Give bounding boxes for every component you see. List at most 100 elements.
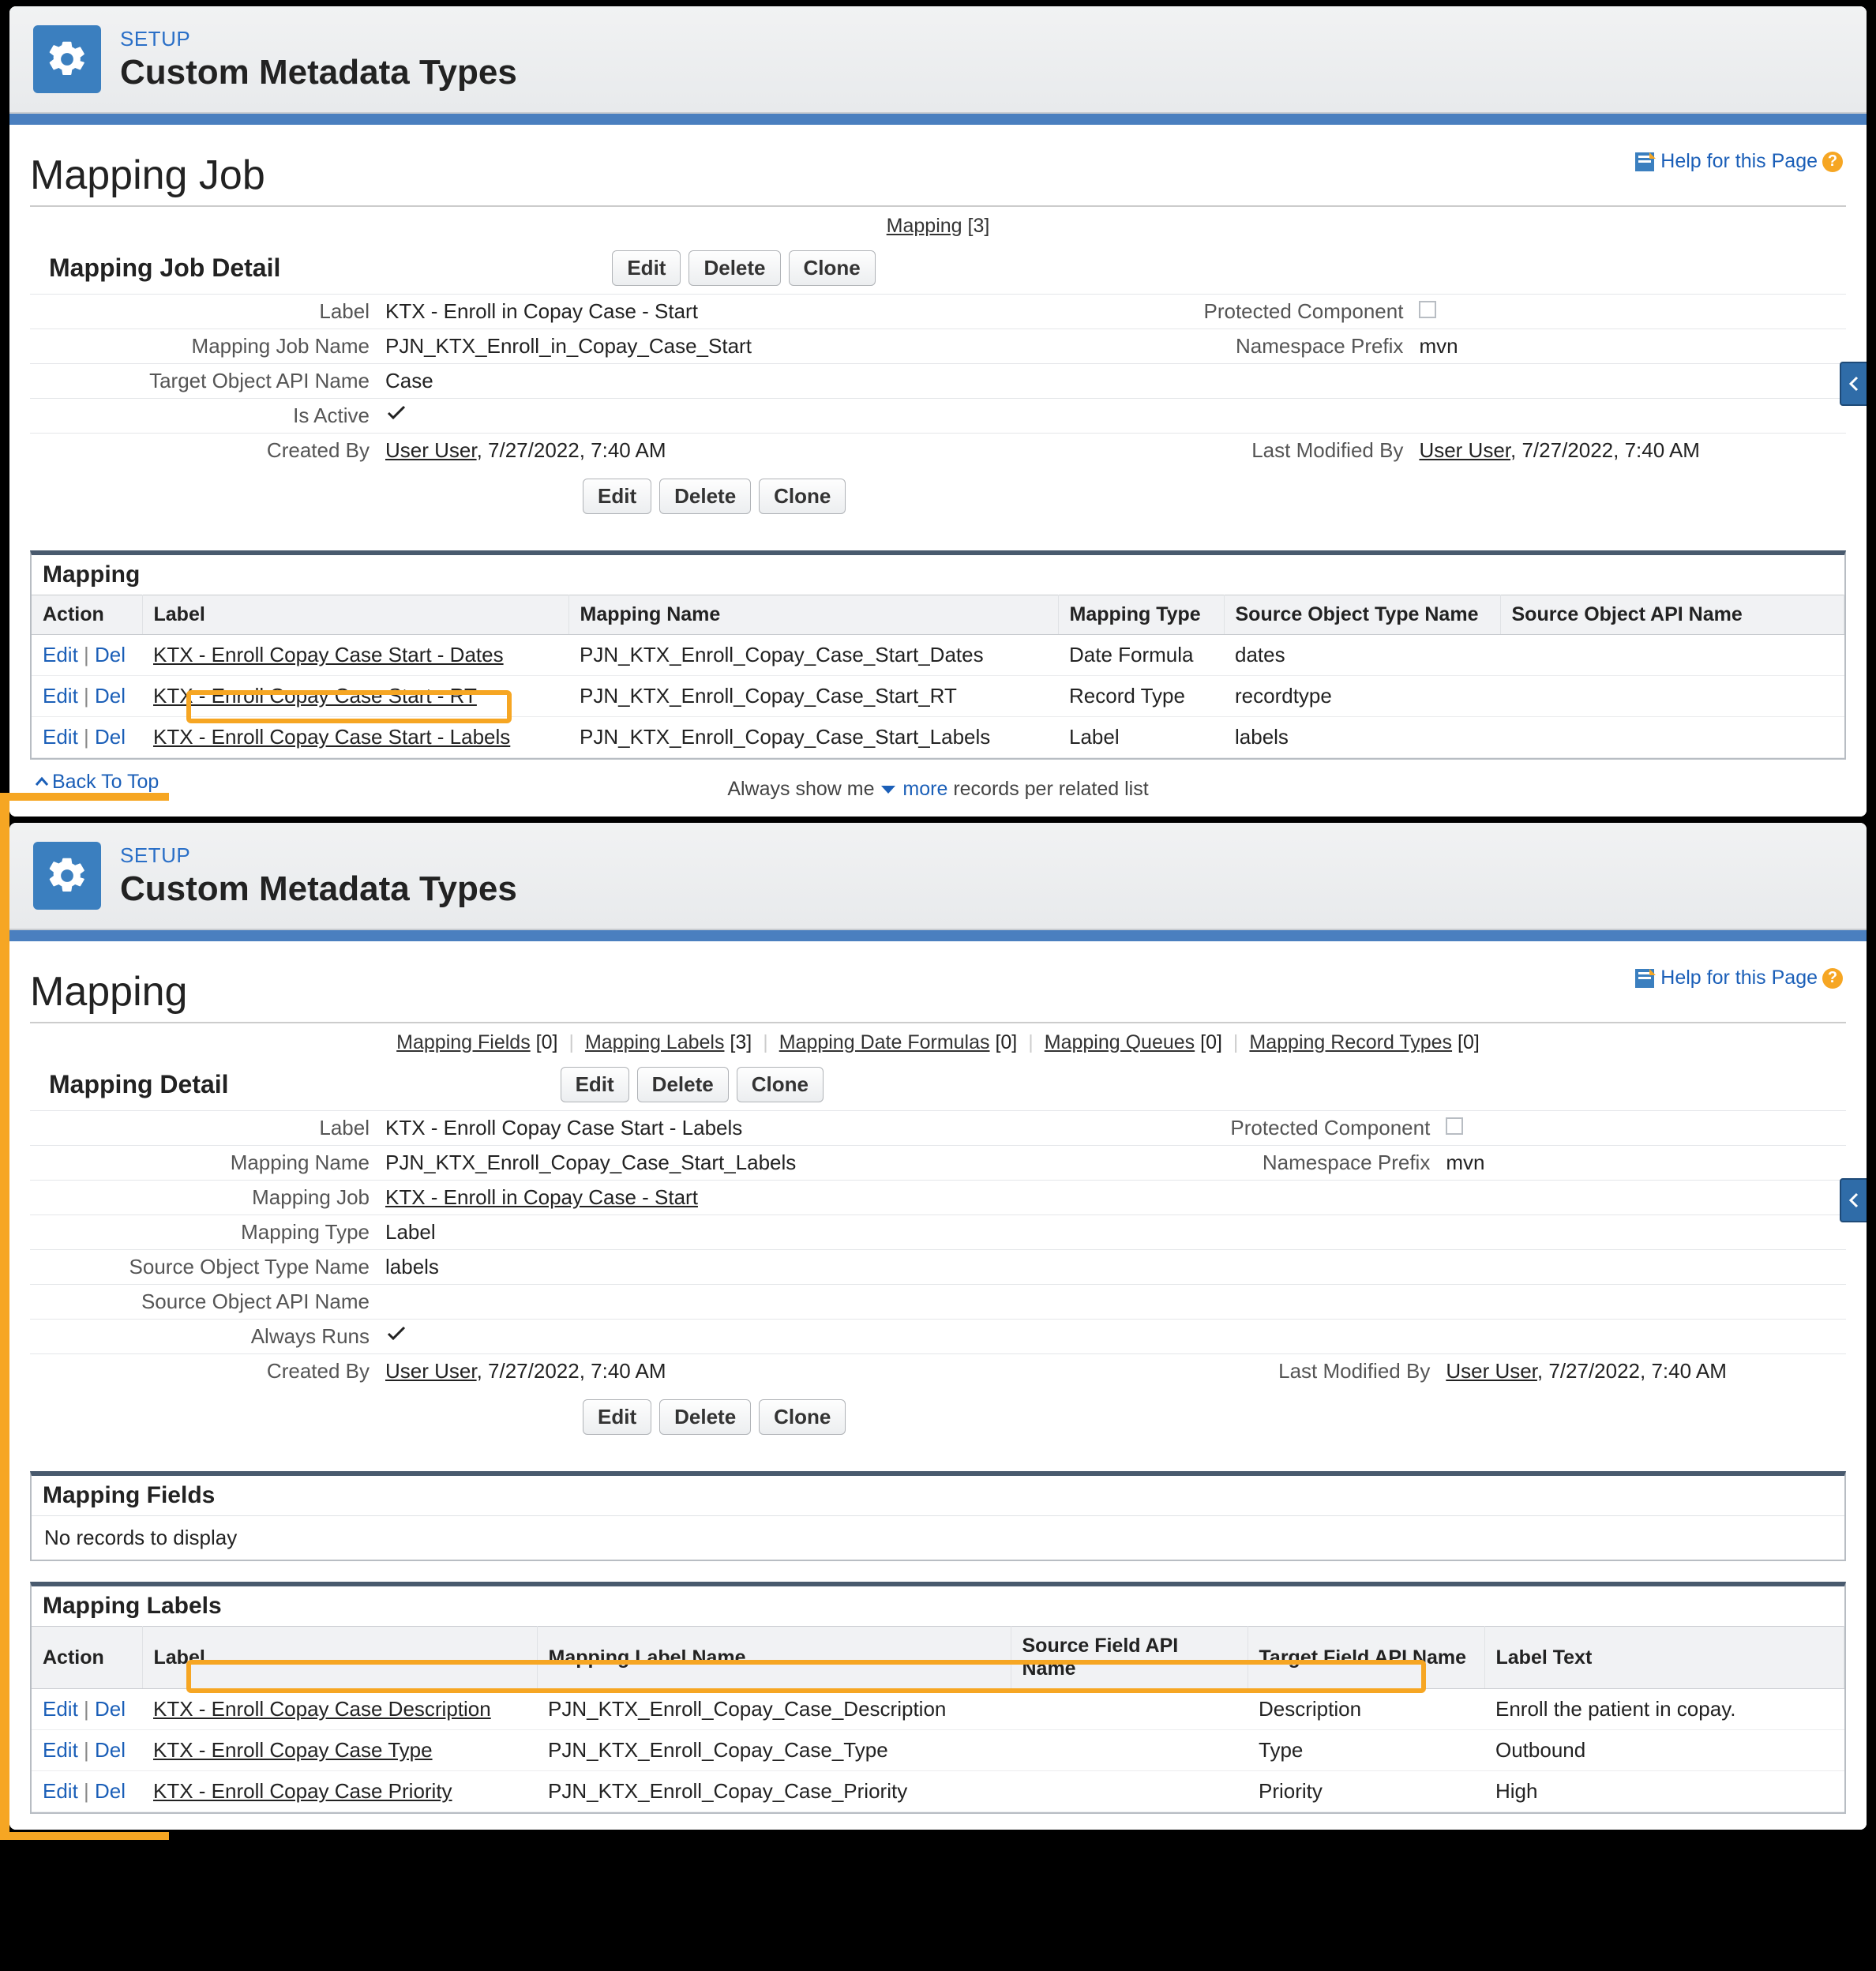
mapping-labels-table: Action Label Mapping Label Name Source F… (32, 1626, 1844, 1812)
field-nsprefix-value: mvn (1438, 1146, 1846, 1181)
related-mapping-labels: Mapping Labels Action Label Mapping Labe… (30, 1582, 1846, 1814)
anchor-row: Mapping [3] (30, 207, 1846, 246)
setup-eyebrow: SETUP (120, 843, 517, 868)
created-user-link[interactable]: User User (385, 1359, 477, 1383)
annotation-connector (0, 1832, 169, 1840)
anchor-link[interactable]: Mapping Queues (1045, 1031, 1195, 1053)
protected-checkbox (1446, 1117, 1463, 1135)
field-name-value: PJN_KTX_Enroll_Copay_Case_Start_Labels (377, 1146, 964, 1181)
help-page-icon (1634, 967, 1656, 989)
setup-header: SETUP Custom Metadata Types (9, 6, 1867, 114)
edit-button[interactable]: Edit (561, 1067, 629, 1102)
delete-button-bottom[interactable]: Delete (659, 1399, 751, 1435)
setup-title: Custom Metadata Types (120, 869, 517, 909)
anchor-link[interactable]: Mapping Labels (585, 1031, 725, 1053)
anchor-link[interactable]: Mapping Fields (396, 1031, 531, 1053)
section-mapping-job-detail: Mapping Job Detail (49, 253, 280, 283)
created-user-link[interactable]: User User (385, 438, 477, 462)
side-collapse-tab[interactable] (1840, 1178, 1867, 1222)
edit-link[interactable]: Edit (43, 684, 78, 708)
anchor-link[interactable]: Mapping Date Formulas (779, 1031, 990, 1053)
annotation-connector (0, 793, 9, 1840)
edit-link[interactable]: Edit (43, 725, 78, 749)
panel-mapping: SETUP Custom Metadata Types Help for thi… (9, 823, 1867, 1830)
delete-button[interactable]: Delete (688, 250, 780, 286)
help-link-label: Help for this Page (1660, 150, 1818, 173)
mapping-job-link[interactable]: KTX - Enroll in Copay Case - Start (385, 1185, 698, 1209)
table-row: Edit | DelKTX - Enroll Copay Case Start … (32, 676, 1844, 717)
mapping-detail-table: Label KTX - Enroll Copay Case Start - La… (30, 1110, 1846, 1388)
gear-icon (33, 25, 101, 93)
help-page-icon (1634, 151, 1656, 173)
field-nsprefix-value: mvn (1411, 329, 1846, 364)
edit-button-bottom[interactable]: Edit (583, 479, 651, 514)
page-title: Mapping (30, 968, 1846, 1016)
field-target-value: Case (377, 364, 937, 399)
chevron-up-icon (35, 775, 49, 790)
field-jobname-value: PJN_KTX_Enroll_in_Copay_Case_Start (377, 329, 937, 364)
help-link-label: Help for this Page (1660, 967, 1818, 989)
table-row: Edit | DelKTX - Enroll Copay Case Descri… (32, 1689, 1844, 1730)
del-link[interactable]: Del (95, 684, 126, 708)
row-label-link[interactable]: KTX - Enroll Copay Case Start - Dates (153, 643, 504, 666)
section-mapping-detail: Mapping Detail (49, 1070, 229, 1099)
field-sotype-value: labels (377, 1250, 964, 1285)
related-mapping: Mapping Action Label Mapping Name Mappin… (30, 550, 1846, 760)
edit-button-bottom[interactable]: Edit (583, 1399, 651, 1435)
clone-button[interactable]: Clone (789, 250, 876, 286)
edit-button[interactable]: Edit (612, 250, 681, 286)
del-link[interactable]: Del (95, 725, 126, 749)
annotation-connector (0, 793, 169, 801)
del-link[interactable]: Del (95, 1697, 126, 1721)
anchor-mapping[interactable]: Mapping (887, 215, 962, 237)
question-icon: ? (1822, 152, 1843, 172)
row-label-link[interactable]: KTX - Enroll Copay Case Type (153, 1738, 433, 1762)
modified-user-link[interactable]: User User (1419, 438, 1510, 462)
footer-hint: Always show me more records per related … (30, 778, 1846, 801)
anchor-row: Mapping Fields [0]|Mapping Labels [3]|Ma… (30, 1023, 1846, 1062)
mapping-job-detail-table: Label KTX - Enroll in Copay Case - Start… (30, 294, 1846, 467)
panel-mapping-job: SETUP Custom Metadata Types Help for thi… (9, 6, 1867, 817)
row-label-link[interactable]: KTX - Enroll Copay Case Start - Labels (153, 725, 510, 749)
edit-link[interactable]: Edit (43, 1697, 78, 1721)
edit-link[interactable]: Edit (43, 643, 78, 666)
setup-header: SETUP Custom Metadata Types (9, 823, 1867, 930)
row-label-link[interactable]: KTX - Enroll Copay Case Priority (153, 1779, 452, 1803)
table-row: Edit | DelKTX - Enroll Copay Case Start … (32, 717, 1844, 758)
delete-button[interactable]: Delete (637, 1067, 729, 1102)
chevron-down-icon (880, 783, 897, 797)
protected-checkbox (1419, 301, 1436, 318)
field-modifiedby: User User, 7/27/2022, 7:40 AM (1438, 1354, 1846, 1389)
gear-icon (33, 842, 101, 910)
help-link[interactable]: Help for this Page ? (1634, 967, 1843, 989)
del-link[interactable]: Del (95, 1738, 126, 1762)
edit-link[interactable]: Edit (43, 1738, 78, 1762)
row-label-link[interactable]: KTX - Enroll Copay Case Start - RT (153, 684, 477, 708)
help-link[interactable]: Help for this Page ? (1634, 150, 1843, 173)
more-link[interactable]: more (902, 778, 947, 800)
edit-link[interactable]: Edit (43, 1779, 78, 1803)
related-mapping-fields: Mapping Fields No records to display (30, 1471, 1846, 1561)
table-row: Edit | DelKTX - Enroll Copay Case Priori… (32, 1771, 1844, 1812)
field-modifiedby: User User, 7/27/2022, 7:40 AM (1411, 434, 1846, 468)
field-type-value: Label (377, 1215, 964, 1250)
check-icon (385, 1324, 407, 1343)
question-icon: ? (1822, 968, 1843, 989)
check-icon (385, 404, 407, 422)
del-link[interactable]: Del (95, 643, 126, 666)
clone-button[interactable]: Clone (737, 1067, 824, 1102)
mapping-table: Action Label Mapping Name Mapping Type S… (32, 595, 1844, 758)
table-row: Edit | DelKTX - Enroll Copay Case TypePJ… (32, 1730, 1844, 1771)
setup-title: Custom Metadata Types (120, 53, 517, 92)
del-link[interactable]: Del (95, 1779, 126, 1803)
page-title: Mapping Job (30, 152, 1846, 199)
modified-user-link[interactable]: User User (1446, 1359, 1537, 1383)
row-label-link[interactable]: KTX - Enroll Copay Case Description (153, 1697, 491, 1721)
anchor-link[interactable]: Mapping Record Types (1249, 1031, 1452, 1053)
delete-button-bottom[interactable]: Delete (659, 479, 751, 514)
clone-button-bottom[interactable]: Clone (759, 479, 846, 514)
clone-button-bottom[interactable]: Clone (759, 1399, 846, 1435)
field-label-value: KTX - Enroll Copay Case Start - Labels (377, 1111, 964, 1146)
no-records: No records to display (32, 1515, 1844, 1560)
side-collapse-tab[interactable] (1840, 362, 1867, 406)
